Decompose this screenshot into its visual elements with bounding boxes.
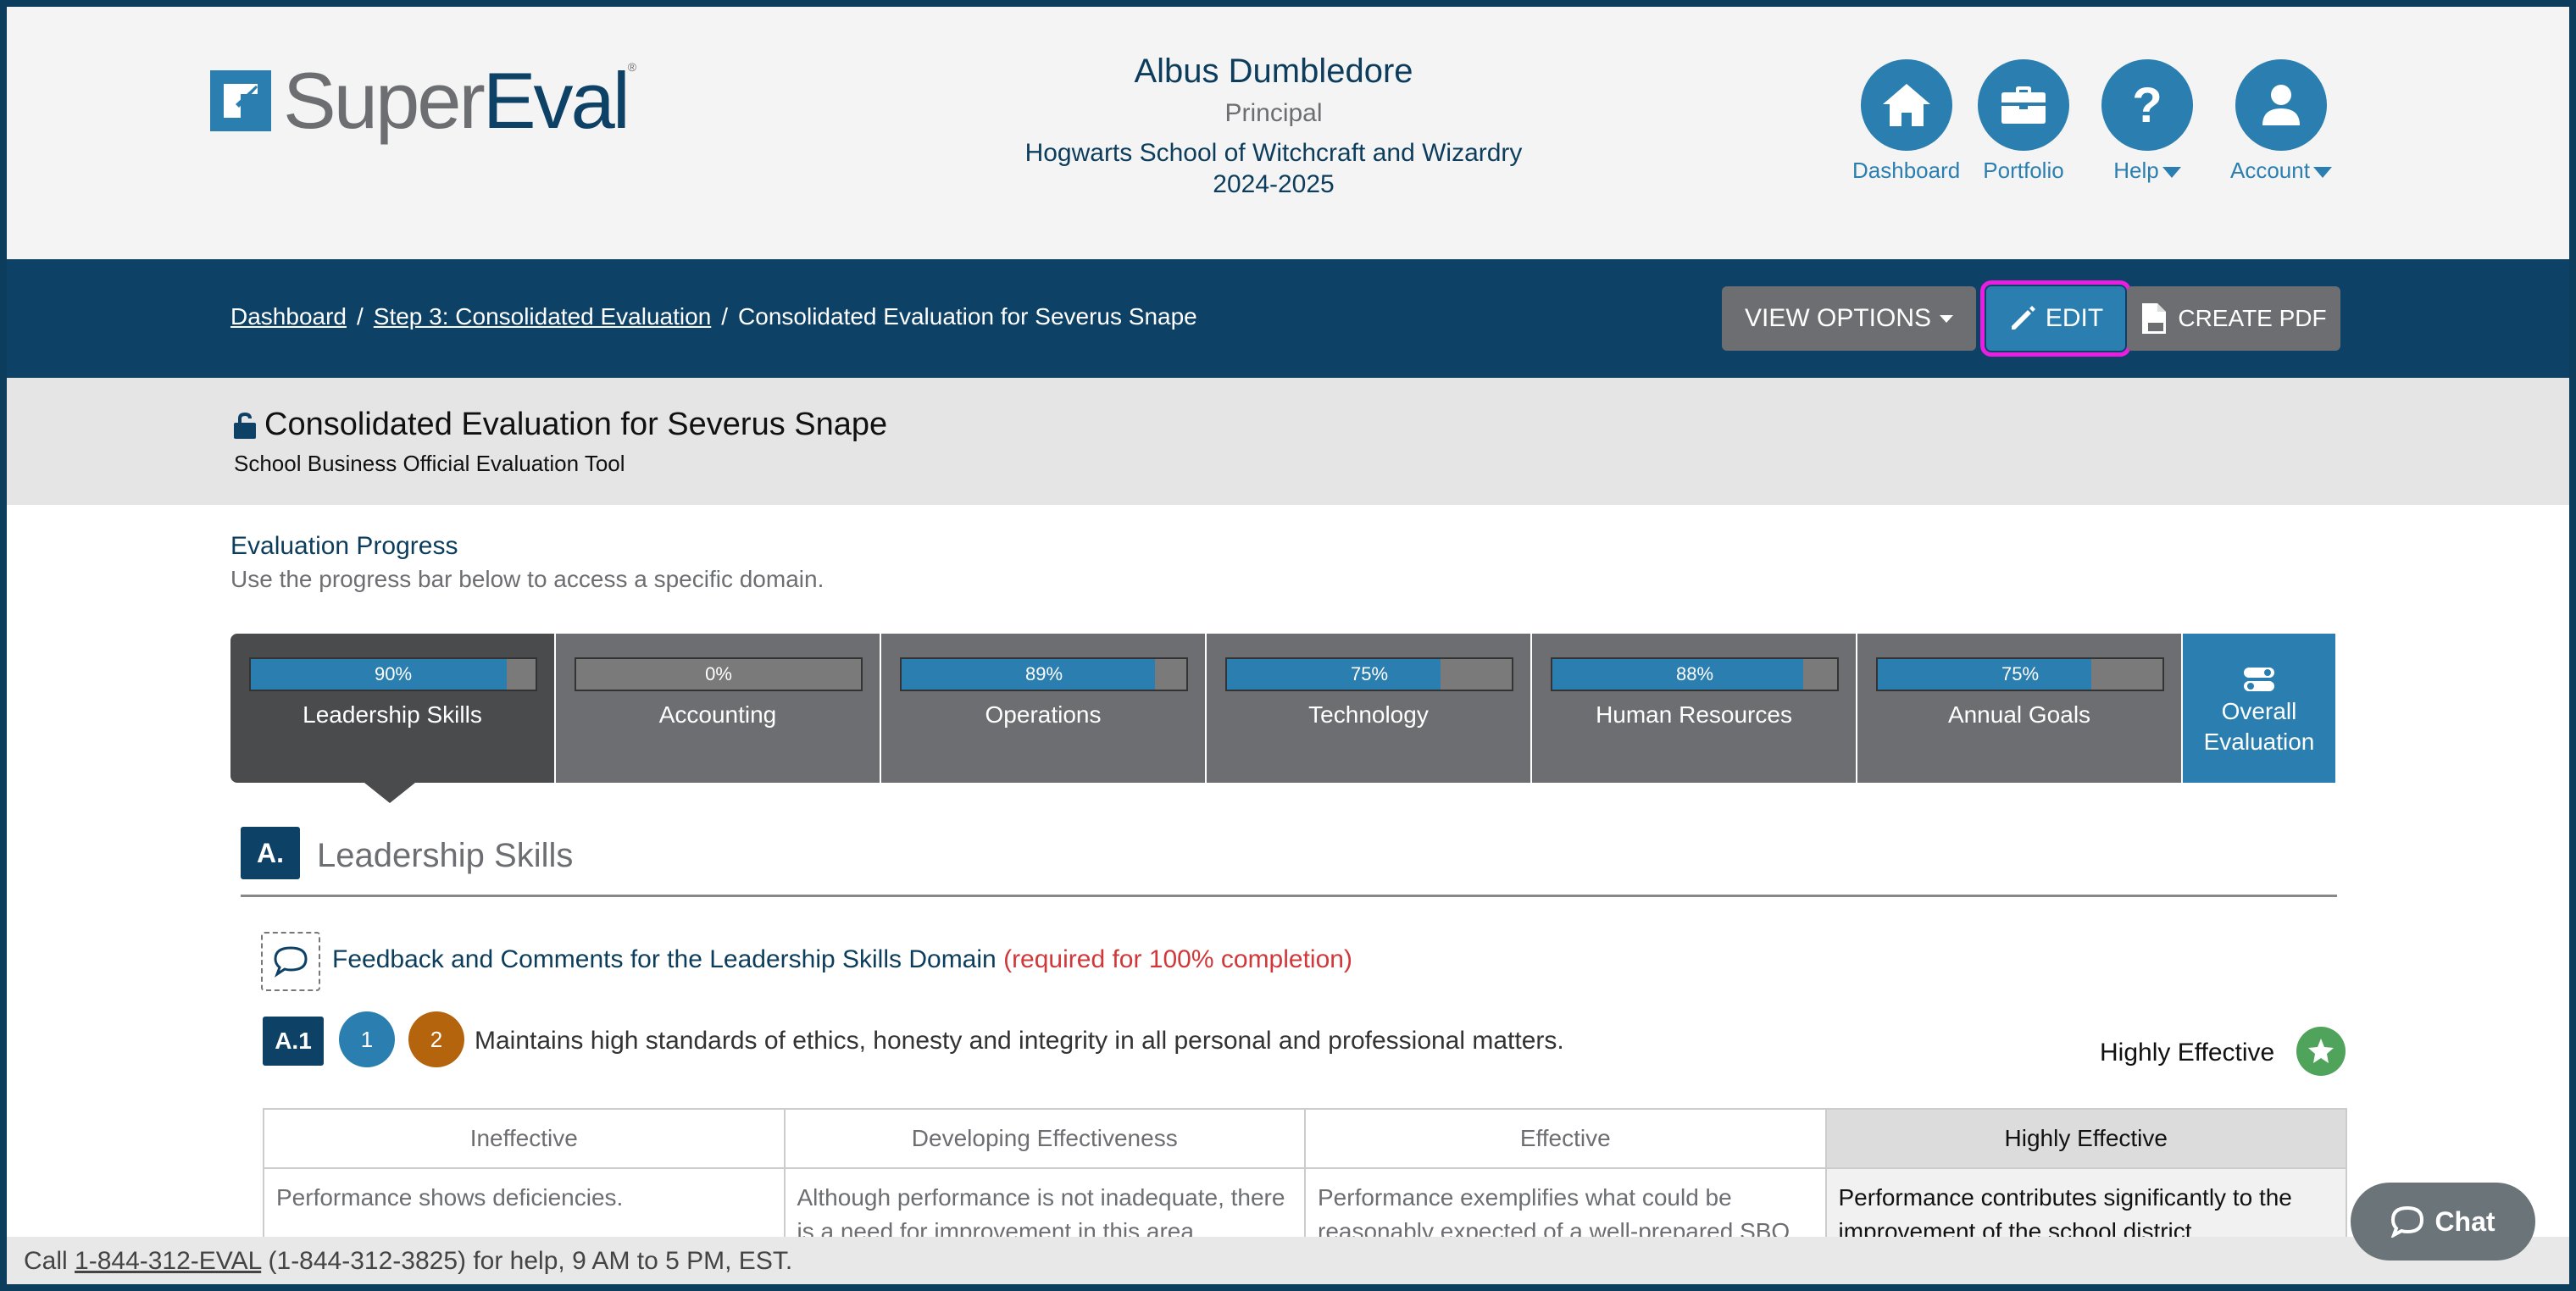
- logo-wordmark: SuperEval®: [283, 56, 636, 145]
- question-mark-icon: ?: [2101, 59, 2193, 151]
- progress-track: 89%: [900, 657, 1188, 691]
- nav-portfolio[interactable]: Portfolio: [1978, 59, 2069, 184]
- comment-icon[interactable]: [261, 932, 320, 991]
- active-tab-pointer: [364, 783, 415, 803]
- nav-dashboard-label: Dashboard: [1852, 158, 1961, 183]
- domain-tab-technology[interactable]: 75% Technology: [1207, 634, 1532, 783]
- pencil-icon: [2011, 306, 2035, 330]
- caret-down-icon: [1940, 314, 1954, 323]
- toggle-stack-icon: [2244, 668, 2274, 691]
- rubric-header-selected[interactable]: Highly Effective: [1824, 1108, 2347, 1169]
- rubric-header-row: Ineffective Developing Effectiveness Eff…: [263, 1108, 2347, 1169]
- breadcrumb-dashboard[interactable]: Dashboard: [230, 303, 347, 330]
- page-title: Consolidated Evaluation for Severus Snap…: [232, 407, 887, 443]
- app-frame: SuperEval® Albus Dumbledore Principal Ho…: [7, 7, 2569, 1284]
- standard-rating: Highly Effective: [2100, 1039, 2275, 1067]
- nav-help[interactable]: ? Help: [2101, 59, 2193, 184]
- briefcase-icon: [1978, 59, 2069, 151]
- user-role: Principal: [1224, 99, 1323, 127]
- chat-bubble-icon: [2391, 1205, 2424, 1238]
- standard-code-badge: A.1: [263, 1017, 324, 1066]
- home-icon: [1860, 59, 1952, 151]
- evidence-count-1[interactable]: 1: [339, 1011, 395, 1067]
- progress-track: 0%: [575, 657, 863, 691]
- user-icon: [2235, 59, 2327, 151]
- breadcrumb-step3[interactable]: Step 3: Consolidated Evaluation: [374, 303, 712, 330]
- progress-track: 75%: [1876, 657, 2164, 691]
- domain-tab-operations[interactable]: 89% Operations: [881, 634, 1207, 783]
- evidence-count-2[interactable]: 2: [408, 1011, 464, 1067]
- required-note: (required for 100% completion): [1003, 945, 1352, 973]
- nav-help-label: Help: [2113, 158, 2181, 184]
- standard-text: Maintains high standards of ethics, hone…: [475, 1027, 1564, 1055]
- chat-button[interactable]: Chat: [2351, 1183, 2535, 1261]
- chevron-down-icon: [2162, 166, 2181, 178]
- progress-description: Use the progress bar below to access a s…: [230, 566, 824, 592]
- footer-text: Call 1-844-312-EVAL (1-844-312-3825) for…: [24, 1247, 793, 1275]
- school-year: 2024-2025: [1213, 170, 1335, 198]
- edit-button[interactable]: EDIT: [1980, 280, 2131, 357]
- breadcrumb-bar: Dashboard / Step 3: Consolidated Evaluatio…: [7, 259, 2569, 378]
- help-footer: Call 1-844-312-EVAL (1-844-312-3825) for…: [7, 1237, 2569, 1284]
- superEval-logo[interactable]: SuperEval®: [210, 56, 636, 145]
- domain-tab-leadership-skills[interactable]: 90% Leadership Skills: [230, 634, 556, 783]
- view-options-button[interactable]: VIEW OPTIONS: [1722, 286, 1976, 351]
- create-pdf-button[interactable]: CREATE PDF: [2127, 286, 2340, 351]
- pdf-file-icon: [2142, 303, 2167, 334]
- nav-dashboard[interactable]: Dashboard: [1852, 59, 1960, 184]
- domain-tab-accounting[interactable]: 0% Accounting: [556, 634, 881, 783]
- title-band: Consolidated Evaluation for Severus Snap…: [7, 378, 2569, 505]
- nav-account-label: Account: [2230, 158, 2332, 184]
- star-icon: [2296, 1027, 2346, 1076]
- rubric-header[interactable]: Ineffective: [263, 1108, 786, 1169]
- domain-tab-human-resources[interactable]: 88% Human Resources: [1532, 634, 1857, 783]
- nav-portfolio-label: Portfolio: [1983, 158, 2064, 183]
- section-title: Leadership Skills: [317, 837, 574, 874]
- feedback-link[interactable]: Feedback and Comments for the Leadership…: [332, 945, 1352, 974]
- progress-track: 88%: [1551, 657, 1839, 691]
- progress-heading: Evaluation Progress: [230, 532, 458, 560]
- user-info: Albus Dumbledore Principal Hogwarts Scho…: [1019, 53, 1528, 199]
- user-school: Hogwarts School of Witchcraft and Wizard…: [1024, 139, 1523, 167]
- chevron-down-icon: [2312, 166, 2332, 178]
- section-divider: [241, 895, 2337, 897]
- top-header: SuperEval® Albus Dumbledore Principal Ho…: [7, 7, 2569, 259]
- user-name: Albus Dumbledore: [1134, 53, 1413, 90]
- phone-link[interactable]: 1-844-312-EVAL: [75, 1247, 261, 1275]
- breadcrumb-current: Consolidated Evaluation for Severus Snap…: [738, 303, 1197, 330]
- progress-track: 75%: [1225, 657, 1513, 691]
- logo-mark-icon: [210, 70, 271, 131]
- breadcrumb: Dashboard / Step 3: Consolidated Evaluatio…: [230, 303, 1197, 330]
- section-letter-badge: A.: [241, 827, 300, 879]
- domain-tab-annual-goals[interactable]: 75% Annual Goals: [1857, 634, 2183, 783]
- page-subtitle: School Business Official Evaluation Tool: [234, 451, 625, 476]
- rubric-header[interactable]: Effective: [1304, 1108, 1827, 1169]
- domain-progress-bar: 90% Leadership Skills 0% Accounting 89% …: [230, 634, 2346, 783]
- progress-track: 90%: [249, 657, 537, 691]
- domain-tab-overall-evaluation[interactable]: Overall Evaluation: [2183, 634, 2335, 783]
- nav-account[interactable]: Account: [2230, 59, 2332, 184]
- unlock-icon: [234, 412, 256, 439]
- rubric-header[interactable]: Developing Effectiveness: [783, 1108, 1306, 1169]
